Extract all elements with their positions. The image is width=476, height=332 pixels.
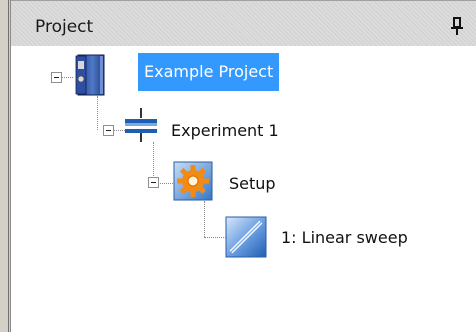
panel-header: Project <box>11 0 476 46</box>
pin-icon[interactable] <box>450 17 464 35</box>
project-tree: Example Project Experiment 1 Setup 1: Li… <box>11 46 476 332</box>
setup-gear-icon <box>173 161 213 201</box>
experiment-icon <box>125 108 157 142</box>
tree-connector <box>153 142 154 182</box>
project-panel: Project Example Project Experiment 1 Set… <box>0 0 476 332</box>
panel-title: Project <box>35 17 94 37</box>
tree-node-label[interactable]: Setup <box>229 173 276 195</box>
tree-connector <box>97 96 98 130</box>
tree-node-label[interactable]: 1: Linear sweep <box>281 227 408 249</box>
tree-connector <box>157 183 173 184</box>
tree-node-label[interactable]: Example Project <box>138 53 280 91</box>
tree-connector <box>204 237 226 238</box>
panel-splitter[interactable] <box>0 0 11 332</box>
collapse-toggle[interactable] <box>103 125 114 136</box>
linear-sweep-icon <box>225 216 267 258</box>
tree-connector <box>204 201 205 237</box>
tree-node-label[interactable]: Experiment 1 <box>171 120 279 142</box>
collapse-toggle[interactable] <box>51 72 62 83</box>
collapse-toggle[interactable] <box>148 177 159 188</box>
project-binder-icon <box>75 54 105 96</box>
